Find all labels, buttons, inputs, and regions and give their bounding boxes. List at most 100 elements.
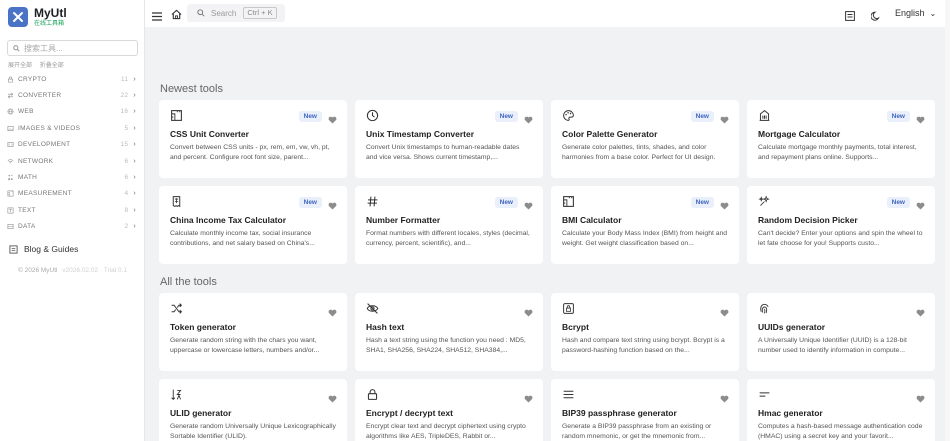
- language-select[interactable]: English ⌄: [895, 8, 936, 18]
- category-count: 6: [124, 157, 129, 165]
- tool-title: BMI Calculator: [562, 215, 622, 225]
- sidebar-category-development[interactable]: DEVELOPMENT 15 ›: [0, 137, 145, 153]
- tool-description: Calculate your Body Mass Index (BMI) fro…: [562, 230, 728, 247]
- language-label: English: [895, 8, 925, 18]
- chevron-right-icon: ›: [133, 223, 136, 231]
- tool-card[interactable]: Hmac generator Computes a hash-based mess…: [747, 379, 935, 441]
- tool-card[interactable]: New China Income Tax Calculator Calculate …: [159, 186, 347, 264]
- theme-toggle-button[interactable]: [870, 8, 881, 26]
- chevron-right-icon: ›: [133, 141, 136, 149]
- category-label: MEASUREMENT: [18, 190, 72, 198]
- tool-title: Mortgage Calculator: [758, 129, 841, 139]
- favorite-heart-icon[interactable]: [720, 111, 729, 129]
- collapse-all-link[interactable]: 折叠全部: [40, 63, 64, 69]
- tool-description: Encrypt clear text and decrypt ciphertex…: [366, 423, 526, 440]
- chevron-right-icon: ›: [133, 75, 136, 83]
- new-badge: New: [886, 111, 910, 122]
- tool-card[interactable]: BIP39 passphrase generator Generate a BIP…: [551, 379, 739, 441]
- tool-title: Color Palette Generator: [562, 129, 658, 139]
- favorite-heart-icon[interactable]: [916, 111, 925, 129]
- category-label: NETWORK: [18, 157, 54, 165]
- tool-card[interactable]: New BMI Calculator Calculate your Body Mas…: [551, 186, 739, 264]
- sidebar-category-web[interactable]: WEB 16 ›: [0, 104, 145, 120]
- tool-description: Can't decide? Enter your options and spi…: [758, 230, 923, 247]
- sidebar-search-placeholder: 搜索工具...: [24, 43, 63, 53]
- feedback-button[interactable]: [845, 8, 855, 26]
- tool-card[interactable]: Bcrypt Hash and compare text string using…: [551, 293, 739, 371]
- favorite-heart-icon[interactable]: [720, 197, 729, 215]
- tool-description: Hash and compare text string using bcryp…: [562, 337, 725, 354]
- tool-description: Calculate monthly income tax, social ins…: [170, 230, 315, 247]
- favorite-heart-icon[interactable]: [916, 390, 925, 408]
- top-header: Search Ctrl + K English ⌄: [145, 0, 950, 27]
- global-search-input[interactable]: Search Ctrl + K: [187, 4, 285, 22]
- tool-card[interactable]: ULID generator Generate random Universall…: [159, 379, 347, 441]
- brand[interactable]: MyUtl 在线工具箱: [8, 7, 67, 27]
- tool-card[interactable]: New Mortgage Calculator Calculate mortgage…: [747, 100, 935, 178]
- favorite-heart-icon[interactable]: [524, 390, 533, 408]
- category-label: WEB: [18, 108, 34, 116]
- favorite-heart-icon[interactable]: [328, 390, 337, 408]
- tool-card[interactable]: New Unix Timestamp Converter Convert Unix …: [355, 100, 543, 178]
- home-button[interactable]: [171, 7, 182, 25]
- menu-toggle-button[interactable]: [152, 8, 162, 26]
- scrollbar[interactable]: [945, 0, 950, 441]
- favorite-heart-icon[interactable]: [524, 197, 533, 215]
- favorite-heart-icon[interactable]: [524, 304, 533, 322]
- app-subtitle: 在线工具箱: [34, 21, 65, 27]
- sidebar-category-converter[interactable]: CONVERTER 22 ›: [0, 87, 145, 103]
- sidebar-search-input[interactable]: 搜索工具...: [7, 40, 138, 56]
- sidebar-category-images-videos[interactable]: IMAGES & VIDEOS 5 ›: [0, 120, 145, 136]
- tool-title: Hash text: [366, 322, 405, 332]
- favorite-heart-icon[interactable]: [916, 197, 925, 215]
- favorite-heart-icon[interactable]: [524, 111, 533, 129]
- book-icon: [9, 244, 18, 254]
- category-count: 11: [121, 75, 129, 83]
- moon-icon: [870, 11, 880, 21]
- tool-card[interactable]: Token generator Generate random string wi…: [159, 293, 347, 371]
- favorite-heart-icon[interactable]: [720, 390, 729, 408]
- version-text: v2026.02.02 · Trial 0.1: [62, 267, 127, 274]
- favorite-heart-icon[interactable]: [916, 304, 925, 322]
- tool-card[interactable]: UUIDs generator A Universally Unique Iden…: [747, 293, 935, 371]
- lock-icon: [366, 388, 379, 406]
- sidebar-category-math[interactable]: MATH 6 ›: [0, 169, 145, 185]
- search-icon: [13, 44, 20, 52]
- tool-card[interactable]: Hash text Hash a text string using the fu…: [355, 293, 543, 371]
- short-text-icon: [758, 388, 771, 406]
- tool-card[interactable]: New Random Decision Picker Can't decide? E…: [747, 186, 935, 264]
- tool-title: China Income Tax Calculator: [170, 215, 287, 225]
- tool-card[interactable]: New Number Formatter Format numbers with d…: [355, 186, 543, 264]
- tool-card[interactable]: New Color Palette Generator Generate color…: [551, 100, 739, 178]
- blog-link[interactable]: Blog & Guides: [9, 244, 78, 254]
- receipt-icon: [170, 195, 183, 213]
- tool-description: Generate color palettes, tints, shades, …: [562, 144, 716, 161]
- sidebar-category-measurement[interactable]: MEASUREMENT 4 ›: [0, 186, 145, 202]
- category-count: 6: [124, 174, 129, 182]
- shuffle-icon: [170, 302, 183, 320]
- copyright-text: © 2026 MyUtl: [18, 267, 58, 274]
- wifi-icon: [7, 158, 14, 165]
- tool-card[interactable]: New CSS Unit Converter Convert between CSS…: [159, 100, 347, 178]
- favorite-heart-icon[interactable]: [720, 304, 729, 322]
- hash-icon: [366, 195, 379, 213]
- math-icon: [7, 174, 14, 181]
- favorite-heart-icon[interactable]: [328, 197, 337, 215]
- tool-title: ULID generator: [170, 408, 232, 418]
- search-shortcut-hint: Ctrl + K: [243, 7, 277, 19]
- favorite-heart-icon[interactable]: [328, 111, 337, 129]
- sidebar-category-text[interactable]: TEXT 8 ›: [0, 202, 145, 218]
- favorite-heart-icon[interactable]: [328, 304, 337, 322]
- category-label: DATA: [18, 223, 36, 231]
- expand-all-link[interactable]: 展开全部: [8, 63, 32, 69]
- sidebar-category-data[interactable]: DATA 2 ›: [0, 219, 145, 235]
- sidebar-category-crypto[interactable]: CRYPTO 11 ›: [0, 71, 145, 87]
- chevron-right-icon: ›: [133, 206, 136, 214]
- category-label: MATH: [18, 174, 38, 182]
- category-list: CRYPTO 11 › CONVERTER 22 › WEB 16 › IMAGES & VIDE…: [0, 71, 145, 235]
- lock-square-icon: [562, 302, 575, 320]
- app-title: MyUtl: [34, 6, 67, 20]
- tool-card[interactable]: Encrypt / decrypt text Encrypt clear text…: [355, 379, 543, 441]
- sidebar-category-network[interactable]: NETWORK 6 ›: [0, 153, 145, 169]
- chevron-right-icon: ›: [133, 108, 136, 116]
